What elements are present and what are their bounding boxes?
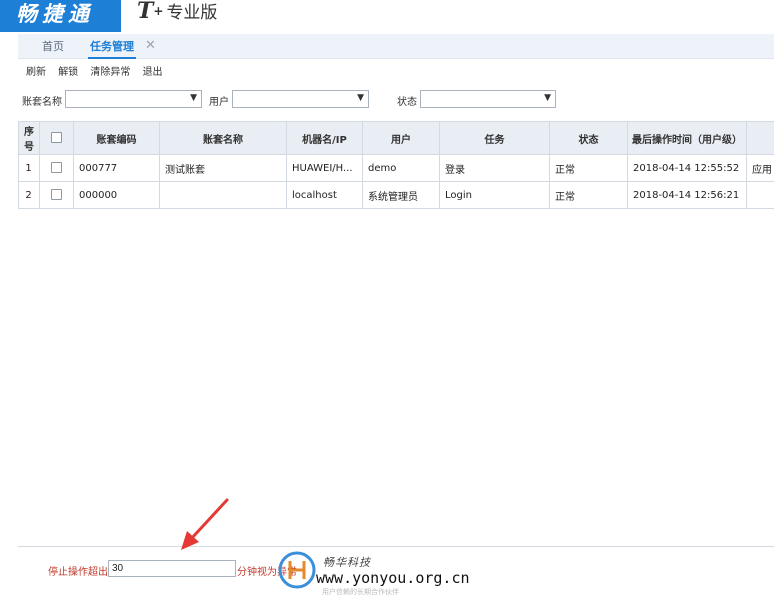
col-header-status[interactable]: 状态 (549, 121, 628, 155)
table-row[interactable]: 1 000777 测试账套 HUAWEI/H... demo 登录 正常 201… (18, 154, 774, 182)
chevron-down-icon: ▼ (190, 93, 197, 103)
row-checkbox[interactable] (50, 162, 62, 174)
cell-status: 正常 (549, 181, 628, 209)
col-header-select-all[interactable] (39, 121, 74, 155)
col-header-task[interactable]: 任务 (439, 121, 550, 155)
cell-status: 正常 (549, 154, 628, 182)
table-row[interactable]: 2 000000 localhost 系统管理员 Login 正常 2018-0… (18, 181, 774, 209)
col-header-extra[interactable] (746, 121, 774, 155)
table-header-row: 序号 账套编码 账套名称 机器名/IP 用户 任务 状态 最后操作时间（用户级） (18, 121, 774, 155)
cell-select (39, 154, 74, 182)
col-header-account-code[interactable]: 账套编码 (73, 121, 160, 155)
cell-extra (746, 181, 774, 209)
cell-select (39, 181, 74, 209)
select-all-checkbox[interactable] (50, 132, 62, 144)
edition-t: T (137, 0, 154, 24)
col-header-user[interactable]: 用户 (362, 121, 440, 155)
task-table: 序号 账套编码 账套名称 机器名/IP 用户 任务 状态 最后操作时间（用户级）… (18, 121, 774, 209)
watermark-company: 畅华科技 (323, 556, 371, 569)
exit-button[interactable]: 退出 (143, 67, 163, 78)
edition-title: T+ 专业版 (137, 0, 217, 24)
cell-machine: HUAWEI/H... (286, 154, 363, 182)
col-header-machine[interactable]: 机器名/IP (286, 121, 363, 155)
cell-account-name: 测试账套 (159, 154, 287, 182)
account-name-label: 账套名称 (22, 97, 62, 108)
cell-no: 1 (18, 154, 40, 182)
cell-task: Login (439, 181, 550, 209)
user-select[interactable]: ▼ (232, 90, 369, 108)
tab-bar: 首页 任务管理 ✕ (18, 34, 774, 59)
tab-close-icon[interactable]: ✕ (145, 36, 156, 56)
cell-machine: localhost (286, 181, 363, 209)
cell-no: 2 (18, 181, 40, 209)
status-label: 状态 (397, 97, 417, 108)
edition-name: 专业版 (166, 3, 218, 23)
cell-last-time: 2018-04-14 12:55:52 (627, 154, 747, 182)
timeout-minutes-input[interactable] (108, 560, 236, 577)
chevron-down-icon: ▼ (357, 93, 364, 103)
cell-user: demo (362, 154, 440, 182)
watermark-logo-icon (278, 551, 316, 589)
refresh-button[interactable]: 刷新 (26, 67, 46, 78)
edition-plus: + (153, 4, 164, 18)
col-header-account-name[interactable]: 账套名称 (159, 121, 287, 155)
watermark-slogan: 用户信赖的长期合作伙伴 (322, 588, 399, 596)
toolbar: 刷新 解锁 清除异常 退出 (26, 66, 172, 80)
cell-account-name (159, 181, 287, 209)
brand-logo: 畅捷通 (0, 0, 121, 32)
cell-account-code: 000000 (73, 181, 160, 209)
footer-divider (18, 546, 774, 547)
unlock-button[interactable]: 解锁 (58, 67, 78, 78)
cell-account-code: 000777 (73, 154, 160, 182)
row-checkbox[interactable] (50, 189, 62, 201)
clear-exception-button[interactable]: 清除异常 (90, 67, 130, 78)
watermark-url: www.yonyou.org.cn (316, 569, 470, 587)
user-label: 用户 (209, 97, 229, 108)
cell-extra: 应用 (746, 154, 774, 182)
red-arrow-icon (181, 498, 229, 550)
cell-user: 系统管理员 (362, 181, 440, 209)
cell-task: 登录 (439, 154, 550, 182)
tab-home[interactable]: 首页 (42, 37, 64, 57)
timeout-label: 停止操作超出 (48, 567, 108, 578)
cell-last-time: 2018-04-14 12:56:21 (627, 181, 747, 209)
filter-row: 账套名称 ▼ 用户 ▼ 状态 ▼ (0, 90, 774, 110)
status-select[interactable]: ▼ (420, 90, 556, 108)
header-bar: 畅捷通 T+ 专业版 (0, 0, 774, 33)
col-header-last-time[interactable]: 最后操作时间（用户级） (627, 121, 747, 155)
account-name-select[interactable]: ▼ (65, 90, 202, 108)
col-header-no[interactable]: 序号 (18, 121, 40, 155)
chevron-down-icon: ▼ (544, 93, 551, 103)
tab-task-management[interactable]: 任务管理 (88, 37, 136, 59)
